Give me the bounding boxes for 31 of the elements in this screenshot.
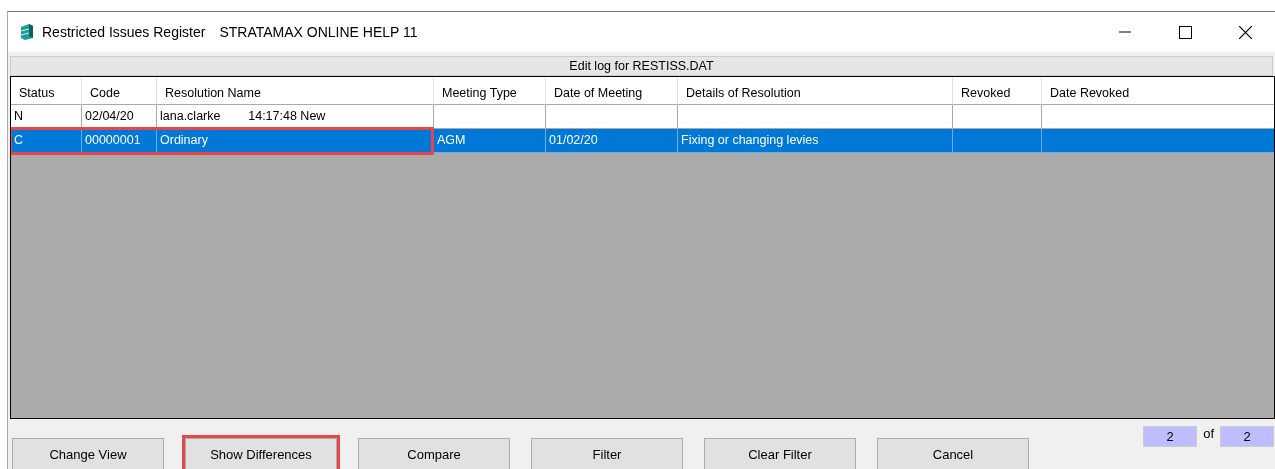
log-header: Edit log for RESTISS.DAT	[10, 56, 1273, 76]
window-subtitle: STRATAMAX ONLINE HELP 11	[219, 24, 418, 40]
pager-separator: of	[1203, 426, 1214, 441]
column-header[interactable]: Revoked	[953, 77, 1042, 105]
action-button[interactable]: Change View	[12, 438, 164, 469]
window-title: Restricted Issues Register	[42, 24, 206, 40]
action-button[interactable]: Compare	[358, 438, 510, 469]
column-header[interactable]: Meeting Type	[434, 77, 546, 105]
column-header[interactable]: Resolution Name	[157, 77, 434, 105]
column-header[interactable]: Status	[11, 77, 82, 105]
action-button[interactable]: Show Differences	[185, 438, 337, 469]
table-cell: AGM	[434, 129, 546, 153]
action-button[interactable]: Cancel	[877, 438, 1029, 469]
maximize-icon[interactable]	[1178, 25, 1192, 39]
close-icon[interactable]	[1238, 25, 1252, 39]
table-cell: 01/02/20	[546, 129, 678, 153]
column-header[interactable]: Date Revoked	[1042, 77, 1274, 105]
table-cell: N	[11, 105, 82, 129]
current-record-field[interactable]: 2	[1143, 426, 1198, 447]
table-cell: 00000001	[82, 129, 157, 153]
action-button[interactable]: Filter	[531, 438, 683, 469]
table-cell: lana.clarke 14:17:48 New	[157, 105, 434, 129]
app-icon	[20, 23, 34, 41]
table-cell: Fixing or changing levies	[678, 129, 953, 153]
column-header[interactable]: Details of Resolution	[678, 77, 953, 105]
column-header[interactable]: Date of Meeting	[546, 77, 678, 105]
column-header[interactable]: Code	[82, 77, 157, 105]
table-cell: 02/04/20	[82, 105, 157, 129]
action-button[interactable]: Clear Filter	[704, 438, 856, 469]
total-records-field: 2	[1220, 426, 1274, 447]
table-cell: Ordinary	[157, 129, 434, 153]
